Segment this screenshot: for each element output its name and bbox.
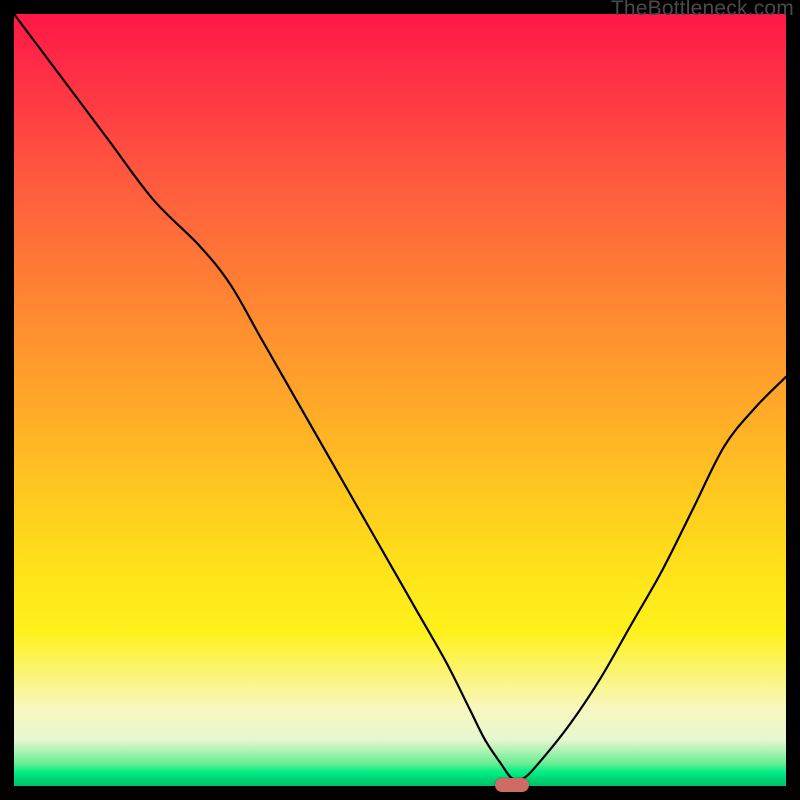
chart-frame: TheBottleneck.com [0,0,800,800]
watermark-label: TheBottleneck.com [611,0,794,21]
chart-gradient-background [14,14,786,786]
optimal-point-marker [495,778,529,792]
